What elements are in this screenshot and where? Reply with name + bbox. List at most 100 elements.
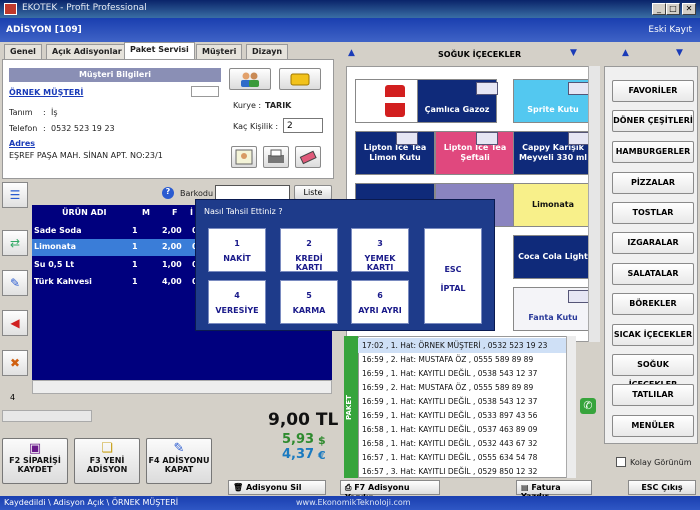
delete-icon[interactable]: ✖ <box>2 350 28 376</box>
bottom-scroll[interactable] <box>2 410 92 422</box>
phone-log-item[interactable]: 16:57 , 3. Hat: KAYITLI DEĞİL , 0529 850… <box>358 464 576 479</box>
delete-adisyon-label: Adisyonu Sil <box>245 483 302 492</box>
printer-icon <box>268 149 284 163</box>
yemek-karti-button[interactable]: 3 YEMEK KARTI <box>351 228 409 272</box>
product-lipton-limon[interactable]: Lipton Ice Tea Limon Kutu <box>355 131 435 175</box>
customer-name-link[interactable]: ÖRNEK MÜŞTERİ <box>9 88 83 97</box>
category-sicak-icecek[interactable]: SICAK İÇECEKLER <box>612 324 694 346</box>
tab-genel[interactable]: Genel <box>4 44 42 59</box>
prev-page-icon[interactable]: ▲ <box>348 48 358 58</box>
window-titlebar: EKOTEK - Profit Professional _ □ ✕ <box>0 0 700 18</box>
customer-panel: Müşteri Bilgileri ÖRNEK MÜŞTERİ Tanım : … <box>2 59 334 179</box>
category-tatli[interactable]: TATLILAR <box>612 384 694 406</box>
close-adisyon-button[interactable]: ✎ F4 ADİSYONU KAPAT <box>146 438 212 484</box>
kisilik-stepper[interactable]: 2 <box>283 118 323 133</box>
tab-musteri[interactable]: Müşteri <box>196 44 243 59</box>
phone-log-item[interactable]: 16:59 , 2. Hat: MUSTAFA ÖZ , 0555 589 89… <box>358 380 576 395</box>
veresiye-button[interactable]: 4 VERESİYE <box>208 280 266 324</box>
category-tost[interactable]: TOSTLAR <box>612 202 694 224</box>
print-invoice-button[interactable]: ▤ Fatura Yazdır <box>516 480 592 501</box>
nakit-button[interactable]: 1 NAKİT <box>208 228 266 272</box>
product-lipton-seftali[interactable]: Lipton Ice Tea Şeftali <box>435 131 515 175</box>
karma-button[interactable]: 5 KARMA <box>280 280 338 324</box>
esc-label: ESC <box>444 265 462 274</box>
category-doner[interactable]: DÖNER ÇEŞİTLERİ <box>612 110 694 132</box>
cappy-badge-icon <box>568 132 590 145</box>
row-name: Su 0,5 Lt <box>34 260 75 269</box>
delete-adisyon-button[interactable]: 🗑 Adisyonu Sil <box>228 480 326 495</box>
phone-log-item[interactable]: 16:58 , 1. Hat: KAYITLI DEĞİL , 0532 443… <box>358 436 576 451</box>
tab-acik-adisyonlar[interactable]: Açık Adisyonlar <box>46 44 128 59</box>
btn-num: 4 <box>234 291 240 300</box>
help-icon[interactable]: ? <box>162 187 174 199</box>
camlica-badge-icon <box>476 82 498 95</box>
kolay-gorunum-checkbox[interactable] <box>616 457 626 467</box>
print-button[interactable] <box>263 146 289 168</box>
tab-dizayn[interactable]: Dizayn <box>246 44 289 59</box>
liste-button[interactable]: Liste <box>294 185 332 200</box>
product-limonata[interactable]: Limonata <box>513 183 593 227</box>
lipton-badge-icon <box>396 132 418 145</box>
category-pizza[interactable]: PİZZALAR <box>612 172 694 194</box>
customer-code-field[interactable] <box>191 86 219 97</box>
row-f: 4,00 <box>162 277 182 286</box>
phone-icon[interactable]: ✆ <box>580 398 596 414</box>
tab-paket-servisi[interactable]: Paket Servisi <box>124 42 195 59</box>
back-arrow-icon[interactable]: ◀ <box>2 310 28 336</box>
phone-log-item[interactable]: 16:59 , 1. Hat: KAYITLI DEĞİL , 0538 543… <box>358 394 576 409</box>
phone-log-scrollbar[interactable] <box>566 336 576 478</box>
phone-log-item-selected[interactable]: 17:02 , 1. Hat: ÖRNEK MÜŞTERİ , 0532 523… <box>358 338 576 353</box>
col-urun-adi: ÜRÜN ADI <box>62 208 107 217</box>
dialog-title: Nasıl Tahsil Ettiniz ? <box>204 207 283 216</box>
customer-card-button[interactable] <box>279 68 321 90</box>
tanim-colon: : <box>43 108 46 117</box>
row-name: Sade Soda <box>34 226 82 235</box>
customer-card-view-button[interactable] <box>231 146 257 168</box>
category-hamburger[interactable]: HAMBURGERLER <box>612 141 694 163</box>
close-line1: F4 ADİSYONU <box>148 456 210 465</box>
iptal-label: İPTAL <box>440 284 466 293</box>
col-i: İ <box>190 208 193 217</box>
adres-link[interactable]: Adres <box>9 139 35 148</box>
btn-num: 6 <box>377 291 383 300</box>
row-m: 1 <box>132 226 138 235</box>
sprite-badge-icon <box>568 82 590 95</box>
split-icon[interactable]: ⇄ <box>2 230 28 256</box>
edit-icon[interactable]: ✎ <box>2 270 28 296</box>
print-adisyon-button[interactable]: ⎙ F7 Adisyonu Yazdır <box>340 480 440 502</box>
new-adisyon-button[interactable]: ❏ F3 YENİ ADİSYON <box>74 438 140 484</box>
minimize-button[interactable]: _ <box>652 3 666 15</box>
eski-kayit-label: Eski Kayıt <box>648 25 692 35</box>
product-coca-cola-light[interactable]: Coca Cola Light <box>513 235 593 279</box>
customer-search-button[interactable] <box>229 68 271 90</box>
grid-hscrollbar[interactable] <box>32 380 332 394</box>
category-salata[interactable]: SALATALAR <box>612 263 694 285</box>
category-soguk-icecek[interactable]: SOĞUK İÇECEKLER <box>612 354 694 389</box>
kredi-karti-button[interactable]: 2 KREDİ KARTI <box>280 228 338 272</box>
phone-log-item[interactable]: 16:57 , 1. Hat: KAYITLI DEĞİL , 0555 634… <box>358 450 576 465</box>
telefon-label: Telefon <box>9 124 38 133</box>
iptal-button[interactable]: ESC İPTAL <box>424 228 482 324</box>
next-page-icon[interactable]: ▼ <box>570 48 577 58</box>
adres-value: EŞREF PAŞA MAH. SİNAN APT. NO:23/1 <box>9 151 163 160</box>
close-button[interactable]: ✕ <box>682 3 696 15</box>
erase-button[interactable] <box>295 146 321 168</box>
exit-button[interactable]: ESC Çıkış <box>628 480 696 495</box>
phone-log-item[interactable]: 16:59 , 1. Hat: KAYITLI DEĞİL , 0538 543… <box>358 366 576 381</box>
ayri-ayri-button[interactable]: 6 AYRI AYRI <box>351 280 409 324</box>
category-menuler[interactable]: MENÜLER <box>612 415 694 437</box>
category-favoriler[interactable]: FAVORİLER <box>612 80 694 102</box>
status-bar: Kaydedildi \ Adisyon Açık \ ÖRNEK MÜŞTER… <box>0 496 700 510</box>
list-view-icon[interactable]: ☰ <box>2 182 28 208</box>
btn-label: KREDİ KARTI <box>295 254 323 272</box>
cat-down-icon[interactable]: ▼ <box>676 48 683 58</box>
phone-log-item[interactable]: 16:59 , 1. Hat: KAYITLI DEĞİL , 0533 897… <box>358 408 576 423</box>
save-order-button[interactable]: ▣ F2 SİPARİŞİ KAYDET <box>2 438 68 484</box>
maximize-button[interactable]: □ <box>666 3 680 15</box>
category-borek[interactable]: BÖREKLER <box>612 293 694 315</box>
phone-log-item[interactable]: 16:58 , 1. Hat: KAYITLI DEĞİL , 0537 463… <box>358 422 576 437</box>
phone-log-item[interactable]: 16:59 , 2. Hat: MUSTAFA ÖZ , 0555 589 89… <box>358 352 576 367</box>
cat-up-icon[interactable]: ▲ <box>622 48 629 58</box>
products-scrollbar[interactable] <box>588 66 600 342</box>
category-izgara[interactable]: IZGARALAR <box>612 232 694 254</box>
